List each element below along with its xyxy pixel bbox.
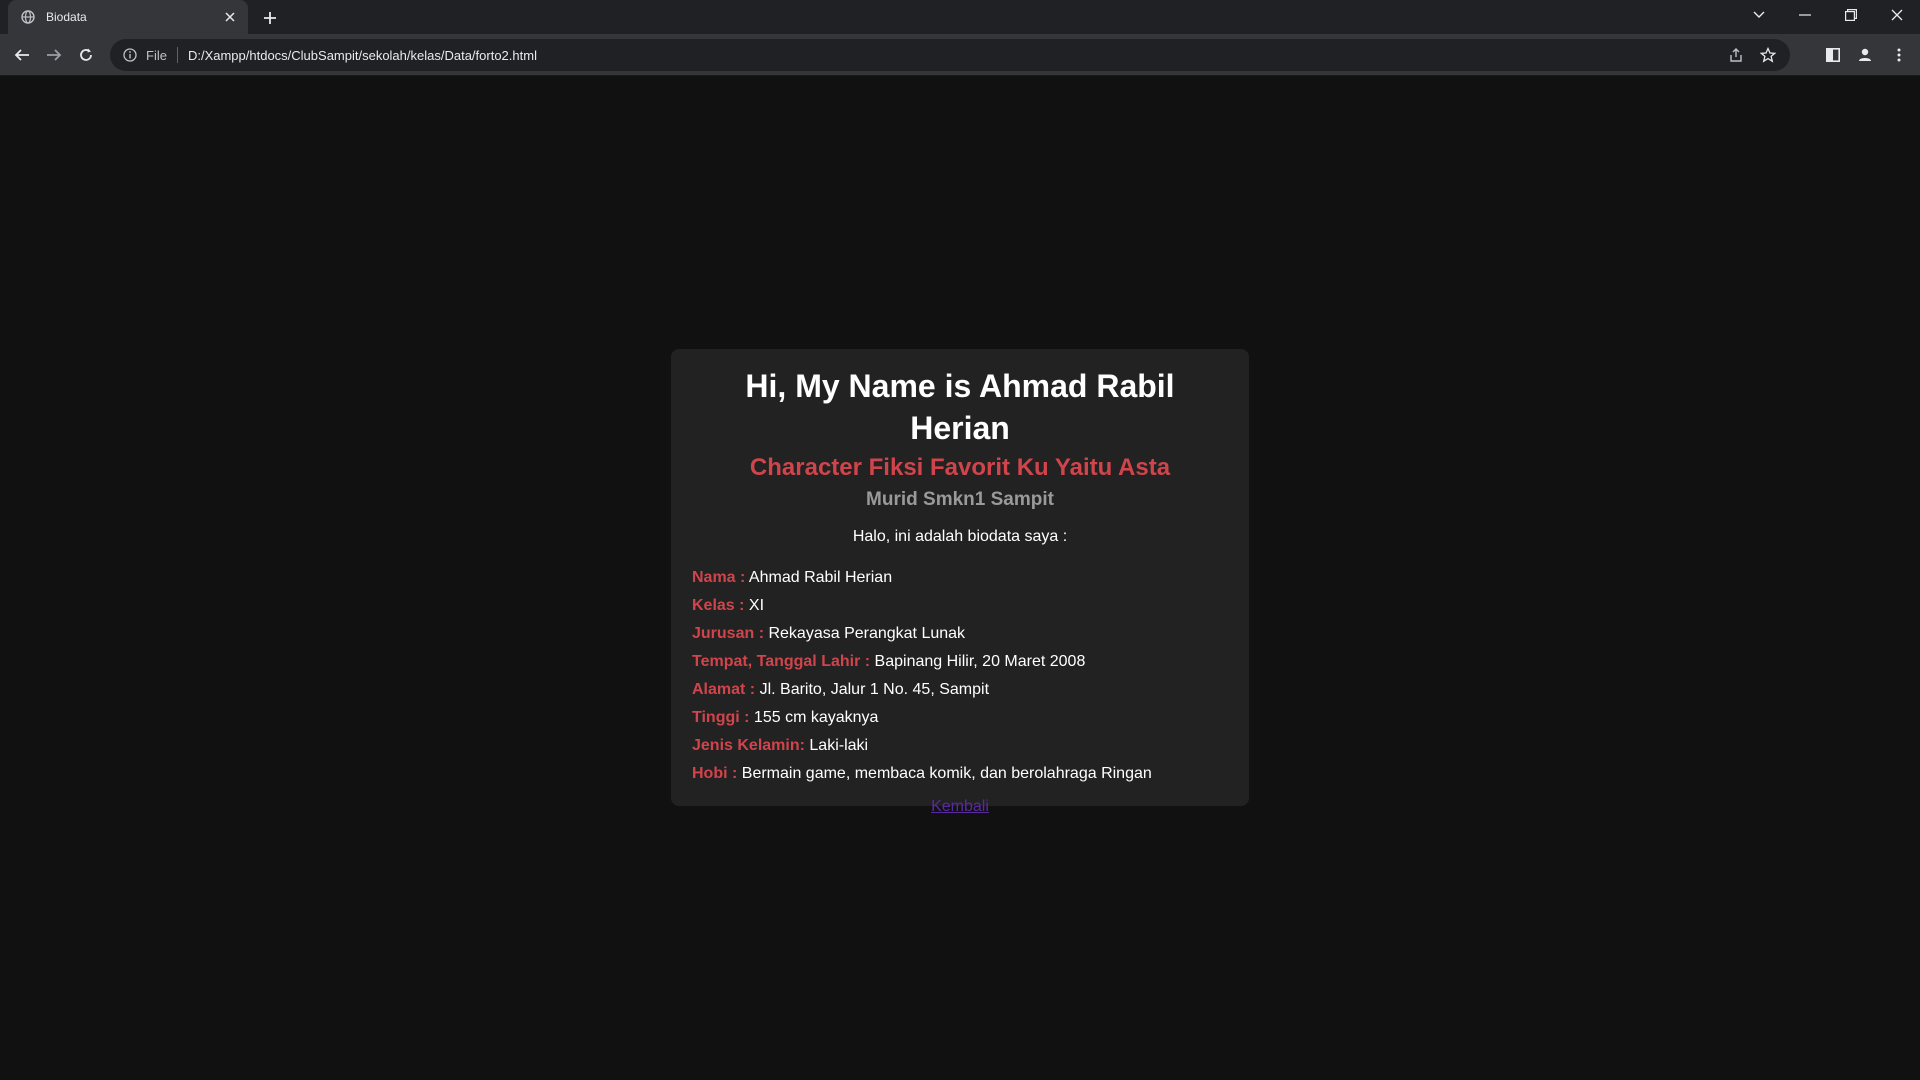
- page-viewport: Hi, My Name is Ahmad Rabil Herian Charac…: [0, 76, 1920, 1080]
- browser-toolbar: File D:/Xampp/htdocs/ClubSampit/sekolah/…: [0, 34, 1920, 76]
- address-bar[interactable]: File D:/Xampp/htdocs/ClubSampit/sekolah/…: [110, 39, 1790, 71]
- field-label: Jenis Kelamin:: [692, 737, 805, 754]
- field-value: Bapinang Hilir, 20 Maret 2008: [874, 653, 1086, 670]
- school-label: Murid Smkn1 Sampit: [866, 489, 1054, 510]
- profile-avatar-icon[interactable]: [1853, 43, 1877, 67]
- tab-biodata[interactable]: Biodata: [8, 0, 248, 34]
- forward-arrow-icon[interactable]: [42, 43, 66, 67]
- field-kelas: Kelas : XI: [692, 592, 1228, 620]
- address-actions: [1724, 43, 1780, 67]
- back-link[interactable]: Kembali: [931, 798, 989, 815]
- field-label: Jurusan :: [692, 625, 765, 642]
- field-label: Hobi :: [692, 765, 738, 782]
- field-value: Laki-laki: [809, 737, 869, 754]
- biodata-list: Nama : Ahmad Rabil Herian Kelas : XI Jur…: [692, 564, 1228, 788]
- share-icon[interactable]: [1724, 43, 1748, 67]
- field-value: Bermain game, membaca komik, dan berolah…: [741, 765, 1152, 782]
- globe-icon: [20, 9, 36, 25]
- new-tab-plus-icon[interactable]: [258, 6, 282, 30]
- field-value: Ahmad Rabil Herian: [748, 569, 893, 586]
- scheme-label: File: [146, 47, 167, 63]
- field-label: Kelas :: [692, 597, 745, 614]
- tab-title: Biodata: [46, 10, 87, 24]
- close-window-icon[interactable]: [1874, 0, 1920, 30]
- field-value: Jl. Barito, Jalur 1 No. 45, Sampit: [759, 681, 990, 698]
- field-tinggi: Tinggi : 155 cm kayaknya: [692, 704, 1228, 732]
- field-label: Tinggi :: [692, 709, 750, 726]
- field-label: Alamat :: [692, 681, 756, 698]
- info-icon[interactable]: [120, 45, 140, 65]
- reload-icon[interactable]: [74, 43, 98, 67]
- bookmark-star-icon[interactable]: [1756, 43, 1780, 67]
- url-text[interactable]: D:/Xampp/htdocs/ClubSampit/sekolah/kelas…: [188, 48, 537, 63]
- field-hobi: Hobi : Bermain game, membaca komik, dan …: [692, 760, 1228, 788]
- field-nama: Nama : Ahmad Rabil Herian: [692, 564, 1228, 592]
- side-panel-icon[interactable]: [1821, 43, 1845, 67]
- tab-strip: Biodata: [0, 0, 1920, 34]
- menu-kebab-icon[interactable]: [1887, 43, 1911, 67]
- field-alamat: Alamat : Jl. Barito, Jalur 1 No. 45, Sam…: [692, 676, 1228, 704]
- back-arrow-icon[interactable]: [10, 43, 34, 67]
- field-value: XI: [748, 597, 765, 614]
- tab-search-chevron-icon[interactable]: [1736, 0, 1782, 30]
- field-value: 155 cm kayaknya: [753, 709, 879, 726]
- field-label: Nama :: [692, 569, 746, 586]
- biodata-card: Hi, My Name is Ahmad Rabil Herian Charac…: [671, 349, 1249, 815]
- back-link-container: Kembali: [692, 798, 1228, 816]
- field-jurusan: Jurusan : Rekayasa Perangkat Lunak: [692, 620, 1228, 648]
- favorite-character-subtitle: Character Fiksi Favorit Ku Yaitu Asta: [749, 454, 1171, 481]
- field-value: Rekayasa Perangkat Lunak: [768, 625, 966, 642]
- field-label: Tempat, Tanggal Lahir :: [692, 653, 871, 670]
- field-tempat-tanggal-lahir: Tempat, Tanggal Lahir : Bapinang Hilir, …: [692, 648, 1228, 676]
- intro-text: Halo, ini adalah biodata saya :: [852, 528, 1068, 545]
- address-divider: [176, 47, 178, 63]
- tab-close-icon[interactable]: [222, 9, 238, 25]
- minimize-icon[interactable]: [1782, 0, 1828, 30]
- page-title: Hi, My Name is Ahmad Rabil Herian: [745, 368, 1175, 446]
- field-jenis-kelamin: Jenis Kelamin: Laki-laki: [692, 732, 1228, 760]
- restore-icon[interactable]: [1828, 0, 1874, 30]
